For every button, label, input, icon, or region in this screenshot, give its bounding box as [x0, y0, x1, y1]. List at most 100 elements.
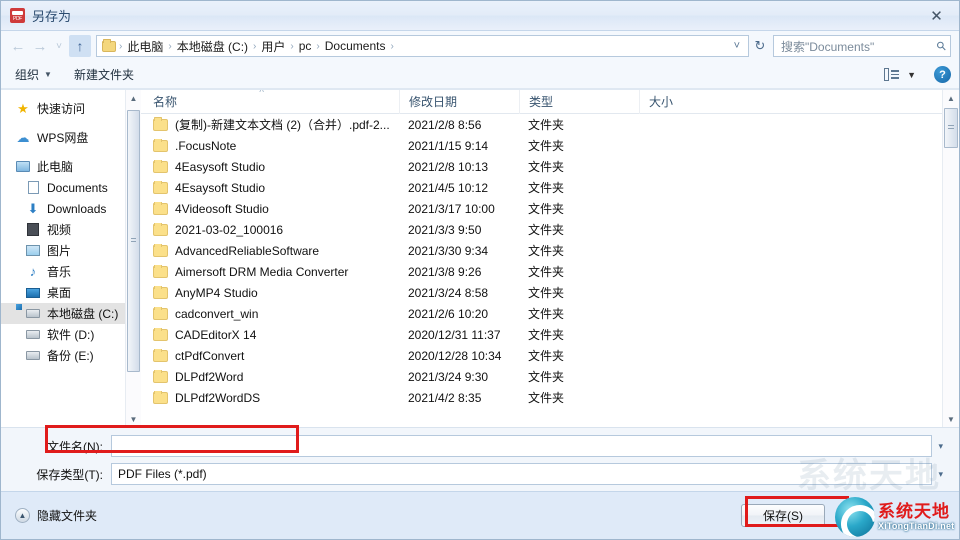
breadcrumb-item-0[interactable]: 此电脑 — [123, 38, 167, 55]
new-folder-button[interactable]: 新建文件夹 — [74, 66, 134, 83]
cell-type: 文件夹 — [528, 244, 565, 258]
sidebar-item-label: 桌面 — [47, 286, 72, 300]
folder-icon — [153, 138, 168, 152]
scrollbar-thumb[interactable] — [127, 110, 140, 372]
cell-date: 2021/3/3 9:50 — [408, 222, 482, 237]
scrollbar-thumb[interactable] — [944, 108, 958, 148]
view-layout-icon[interactable] — [884, 68, 900, 81]
column-headers: 名称 ˄ 修改日期 类型 大小 — [141, 90, 959, 114]
cell-date: 2021/3/17 10:00 — [408, 201, 495, 216]
chevron-down-icon[interactable]: ▼ — [907, 70, 916, 80]
up-icon[interactable]: ↑ — [69, 35, 91, 57]
cell-type: 文件夹 — [528, 223, 565, 237]
recent-locations-icon[interactable]: ˅ — [51, 35, 67, 57]
cell-name: AdvancedReliableSoftware — [141, 243, 399, 258]
scroll-up-icon[interactable]: ▲ — [126, 90, 141, 106]
cell-name: ctPdfConvert — [141, 348, 399, 363]
file-name-label: 4Esaysoft Studio — [175, 180, 266, 195]
cell-type: 文件夹 — [528, 370, 565, 384]
sidebar-item-1[interactable]: ☁ WPS网盘 — [1, 127, 141, 148]
refresh-icon[interactable]: ↻ — [750, 35, 770, 57]
breadcrumb-item-4[interactable]: Documents — [321, 39, 390, 53]
scroll-down-icon[interactable]: ▼ — [943, 411, 959, 427]
window-title: 另存为 — [32, 9, 72, 24]
table-row[interactable]: 4Easysoft Studio 2021/2/8 10:13 文件夹 — [141, 156, 942, 177]
table-row[interactable]: DLPdf2WordDS 2021/4/2 8:35 文件夹 — [141, 387, 942, 408]
breadcrumb-item-2[interactable]: 用户 — [257, 38, 289, 55]
sidebar-item-10[interactable]: 软件 (D:) — [1, 324, 141, 345]
music-icon: ♪ — [29, 264, 37, 279]
sidebar-item-2[interactable]: 此电脑 — [1, 156, 141, 177]
sidebar-item-label: 此电脑 — [37, 160, 74, 174]
videos-icon — [25, 222, 41, 238]
sidebar-item-4[interactable]: ⬇ Downloads — [1, 198, 141, 219]
column-header-type[interactable]: 类型 — [519, 90, 639, 114]
table-row[interactable]: 2021-03-02_100016 2021/3/3 9:50 文件夹 — [141, 219, 942, 240]
sidebar-item-0[interactable]: ★ 快速访问 — [1, 98, 141, 119]
sort-ascending-icon: ˄ — [259, 90, 264, 95]
cell-type: 文件夹 — [528, 349, 565, 363]
chevron-down-icon[interactable]: ˅ — [728, 40, 746, 52]
table-row[interactable]: .FocusNote 2021/1/15 9:14 文件夹 — [141, 135, 942, 156]
breadcrumb-item-3[interactable]: pc — [295, 39, 316, 53]
breadcrumb-item-1[interactable]: 本地磁盘 (C:) — [173, 38, 252, 55]
sidebar-item-8[interactable]: 桌面 — [1, 282, 141, 303]
table-row[interactable]: cadconvert_win 2021/2/6 10:20 文件夹 — [141, 303, 942, 324]
sidebar-item-label: 软件 (D:) — [47, 328, 95, 342]
save-button[interactable]: 保存(S) — [741, 504, 825, 527]
scroll-up-icon[interactable]: ▲ — [943, 90, 959, 106]
column-header-name[interactable]: 名称 ˄ — [141, 90, 399, 114]
sidebar-item-5[interactable]: 视频 — [1, 219, 141, 240]
file-name-label: DLPdf2WordDS — [175, 390, 261, 405]
table-row[interactable]: Aimersoft DRM Media Converter 2021/3/8 9:… — [141, 261, 942, 282]
table-row[interactable]: AdvancedReliableSoftware 2021/3/30 9:34 文件… — [141, 240, 942, 261]
command-bar: 组织 ▼ 新建文件夹 ▼ ? — [1, 61, 959, 89]
table-row[interactable]: 4Videosoft Studio 2021/3/17 10:00 文件夹 — [141, 198, 942, 219]
table-row[interactable]: CADEditorX 14 2020/12/31 11:37 文件夹 — [141, 324, 942, 345]
column-header-date[interactable]: 修改日期 — [399, 90, 519, 114]
file-name-label: 4Easysoft Studio — [175, 159, 266, 174]
table-row[interactable]: ctPdfConvert 2020/12/28 10:34 文件夹 — [141, 345, 942, 366]
hide-folders-button[interactable]: ▲ 隐藏文件夹 — [15, 507, 97, 524]
cloud-icon: ☁ — [16, 129, 30, 145]
forward-icon[interactable]: → — [29, 35, 51, 57]
folder-icon — [153, 285, 168, 299]
table-row[interactable]: DLPdf2Word 2021/3/24 9:30 文件夹 — [141, 366, 942, 387]
column-header-size[interactable]: 大小 — [639, 90, 739, 114]
sidebar-item-11[interactable]: 备份 (E:) — [1, 345, 141, 366]
cell-name: 4Esaysoft Studio — [141, 180, 399, 195]
cell-date: 2021/3/24 9:30 — [408, 369, 489, 384]
sidebar-item-3[interactable]: Documents — [1, 177, 141, 198]
back-icon[interactable]: ← — [7, 35, 29, 57]
watermark-text: 系统天地 XiTongTianDi.net — [878, 502, 954, 532]
scroll-down-icon[interactable]: ▼ — [126, 411, 141, 427]
table-row[interactable]: (复制)-新建文本文档 (2)（合并）.pdf-2... 2021/2/8 8:5… — [141, 114, 942, 135]
sidebar-item-7[interactable]: ♪ 音乐 — [1, 261, 141, 282]
chevron-down-icon: ▼ — [44, 70, 52, 79]
watermark: 系统天地 XiTongTianDi.net — [835, 495, 957, 539]
cell-name: (复制)-新建文本文档 (2)（合并）.pdf-2... — [141, 116, 399, 133]
cell-date: 2021/4/2 8:35 — [408, 390, 482, 405]
folder-icon — [153, 180, 168, 194]
sidebar-item-9[interactable]: 本地磁盘 (C:) — [1, 303, 141, 324]
sidebar-scrollbar[interactable]: ▲ ▼ — [125, 90, 141, 427]
table-row[interactable]: 4Esaysoft Studio 2021/4/5 10:12 文件夹 — [141, 177, 942, 198]
file-list-scrollbar[interactable]: ▲ ▼ — [942, 90, 959, 427]
sidebar-item-label: 视频 — [47, 223, 72, 237]
sidebar-item-label: WPS网盘 — [37, 131, 89, 145]
hide-folders-label: 隐藏文件夹 — [37, 509, 98, 523]
help-icon[interactable]: ? — [934, 66, 951, 83]
table-row[interactable]: AnyMP4 Studio 2021/3/24 8:58 文件夹 — [141, 282, 942, 303]
pdf-app-icon: PDF — [10, 8, 25, 23]
folder-icon — [153, 116, 168, 131]
navigation-pane: ★ 快速访问 ☁ WPS网盘此电脑 Documents ⬇ Downloads 视频图片 ♪ 音乐… — [1, 90, 141, 427]
column-header-label: 名称 — [153, 95, 178, 109]
sidebar-item-6[interactable]: 图片 — [1, 240, 141, 261]
search-placeholder: 搜索"Documents" — [781, 39, 875, 54]
organize-button[interactable]: 组织 ▼ — [15, 66, 52, 83]
cell-type: 文件夹 — [528, 328, 565, 342]
search-input[interactable]: 搜索"Documents" ⚲ — [773, 35, 951, 57]
breadcrumb[interactable]: › 此电脑 › 本地磁盘 (C:) › 用户 › pc › Documents … — [96, 35, 749, 57]
close-icon[interactable]: ✕ — [914, 1, 959, 30]
cell-name: 2021-03-02_100016 — [141, 222, 399, 237]
